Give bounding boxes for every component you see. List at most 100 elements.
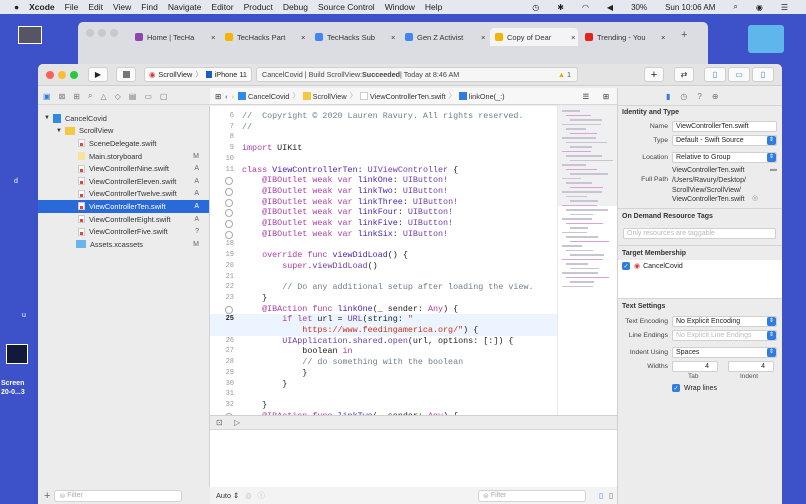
outlet-connection-icon[interactable]	[225, 199, 233, 207]
run-button[interactable]: ▶	[88, 67, 108, 82]
navigator-item[interactable]: ViewControllerEight.swiftA	[38, 213, 209, 226]
breadcrumb-item[interactable]: ScrollView	[303, 92, 347, 101]
toggle-navigator-button[interactable]: ▯	[704, 67, 726, 82]
code-line[interactable]: @IBOutlet weak var linkThree: UIButton!	[210, 197, 557, 208]
outlet-connection-icon[interactable]	[225, 306, 233, 314]
line-number[interactable]: 30	[210, 379, 234, 390]
show-console-icon[interactable]: ▯	[609, 491, 613, 500]
code-line[interactable]: @IBOutlet weak var linkFive: UIButton!	[210, 218, 557, 229]
clock[interactable]: Sun 10:06 AM	[665, 3, 715, 12]
breakpoint-icon[interactable]: ▭	[144, 92, 152, 101]
spotlight-icon[interactable]: ⌕	[733, 2, 737, 12]
code-line[interactable]: 21	[210, 272, 557, 283]
navigator-item[interactable]: Assets.xcassetsM	[38, 238, 209, 251]
line-number[interactable]: 10	[210, 154, 234, 165]
navigator-item[interactable]: ▼CancelCovid	[38, 112, 209, 125]
menu-debug[interactable]: Debug	[283, 2, 308, 12]
tab-close-icon[interactable]: ×	[571, 33, 575, 42]
code-line[interactable]: @IBAction func linkOne(_ sender: Any) {	[210, 304, 557, 315]
tab-close-icon[interactable]: ×	[211, 33, 215, 42]
browser-tab[interactable]: Gen Z Activist×	[400, 28, 488, 46]
indent-width-stepper[interactable]: 4	[728, 361, 774, 372]
eye-icon[interactable]: ◎	[245, 491, 251, 500]
text-encoding-select[interactable]: No Explicit Encoding	[672, 316, 777, 327]
info-icon[interactable]: ⓘ	[258, 491, 265, 501]
zoom-button[interactable]	[70, 71, 78, 79]
line-number[interactable]: 6	[210, 111, 234, 122]
menu-navigate[interactable]: Navigate	[168, 2, 202, 12]
reveal-arrow-icon[interactable]: ◎	[752, 194, 758, 202]
wrap-lines-checkbox[interactable]: ✓Wrap lines	[672, 384, 717, 392]
screenshot-thumbnail-icon[interactable]	[6, 344, 28, 364]
menu-help[interactable]: Help	[425, 2, 442, 12]
disclosure-icon[interactable]: ▼	[56, 128, 62, 134]
line-number[interactable]: 26	[210, 336, 234, 347]
browser-tab[interactable]: Home | TecHa×	[130, 28, 218, 46]
outlet-connection-icon[interactable]	[225, 231, 233, 239]
volume-icon[interactable]: ◀	[607, 3, 613, 12]
menu-editor[interactable]: Editor	[211, 2, 233, 12]
new-tab-button[interactable]: +	[681, 29, 687, 41]
line-number[interactable]: 7	[210, 122, 234, 133]
adjust-editor-icon[interactable]: ☰	[582, 92, 589, 101]
bluetooth-icon[interactable]: ✱	[557, 3, 564, 12]
indent-using-select[interactable]: Spaces	[672, 347, 777, 358]
navigator-item[interactable]: ▼ScrollView	[38, 125, 209, 138]
browser-tab[interactable]: Trending - You×	[580, 28, 668, 46]
target-checkbox[interactable]: ✓	[622, 262, 630, 270]
browser-minimize-button[interactable]	[98, 29, 106, 37]
code-line[interactable]: 23 }	[210, 293, 557, 304]
issue-icon[interactable]: △	[100, 92, 106, 101]
line-number[interactable]: 20	[210, 261, 234, 272]
tab-close-icon[interactable]: ×	[661, 33, 665, 42]
line-number[interactable]: 22	[210, 282, 234, 293]
line-number[interactable]: 25	[210, 314, 234, 325]
code-line[interactable]: 19 override func viewDidLoad() {	[210, 250, 557, 261]
navigator-item[interactable]: Main.storyboardM	[38, 150, 209, 163]
navigator-item[interactable]: ViewControllerTwelve.swiftA	[38, 188, 209, 201]
code-line[interactable]: 11class ViewControllerTen: UIViewControl…	[210, 165, 557, 176]
current-code-line[interactable]: https://www.feedingamerica.org/") {	[210, 325, 557, 336]
code-line[interactable]: 9import UIKit	[210, 143, 557, 154]
scheme-selector[interactable]: ◉ScrollView〉iPhone 11	[144, 67, 252, 82]
code-line[interactable]: @IBOutlet weak var linkTwo: UIButton!	[210, 186, 557, 197]
menu-file[interactable]: File	[65, 2, 79, 12]
debug-console[interactable]	[210, 430, 617, 487]
folder-icon[interactable]: ▬	[770, 166, 777, 173]
wifi-icon[interactable]: ◠	[582, 3, 589, 12]
menu-find[interactable]: Find	[141, 2, 158, 12]
show-variables-icon[interactable]: ▯	[599, 491, 603, 500]
code-line[interactable]: 20 super.viewDidLoad()	[210, 261, 557, 272]
code-line[interactable]: 18	[210, 239, 557, 250]
code-line[interactable]: @IBOutlet weak var linkSix: UIButton!	[210, 229, 557, 240]
line-number[interactable]: 31	[210, 389, 234, 400]
tab-close-icon[interactable]: ×	[391, 33, 395, 42]
toggle-inspector-button[interactable]: ▯	[752, 67, 774, 82]
line-number[interactable]: 8	[210, 132, 234, 143]
menu-product[interactable]: Product	[244, 2, 273, 12]
line-number[interactable]: 28	[210, 357, 234, 368]
code-line[interactable]: 30 }	[210, 379, 557, 390]
code-line[interactable]: @IBOutlet weak var linkFour: UIButton!	[210, 207, 557, 218]
browser-close-button[interactable]	[86, 29, 94, 37]
odr-tags-input[interactable]: Only resources are taggable	[623, 228, 776, 239]
history-inspector-icon[interactable]: ◷	[680, 92, 687, 101]
code-line[interactable]: 22 // Do any additional setup after load…	[210, 282, 557, 293]
line-number[interactable]: 29	[210, 368, 234, 379]
help-inspector-icon[interactable]: ?	[697, 92, 701, 101]
line-endings-select[interactable]: No Explicit Line Endings	[672, 330, 777, 341]
time-machine-icon[interactable]: ◷	[532, 3, 539, 12]
line-number[interactable]: 19	[210, 250, 234, 261]
symbol-navigator-icon[interactable]: ⊞	[73, 92, 80, 101]
menu-edit[interactable]: Edit	[88, 2, 103, 12]
add-editor-icon[interactable]: ⊞	[603, 92, 609, 101]
menu-window[interactable]: Window	[385, 2, 415, 12]
navigator-filter-input[interactable]: ⊜ Filter	[54, 490, 182, 502]
warning-indicator[interactable]: ▲ 1	[558, 70, 571, 79]
menu-source-control[interactable]: Source Control	[318, 2, 375, 12]
apple-icon[interactable]: ●	[14, 2, 19, 12]
test-icon[interactable]: ◇	[115, 92, 121, 101]
back-button[interactable]: ‹	[225, 92, 227, 101]
code-line[interactable]: 7//	[210, 122, 557, 133]
menu-view[interactable]: View	[113, 2, 131, 12]
